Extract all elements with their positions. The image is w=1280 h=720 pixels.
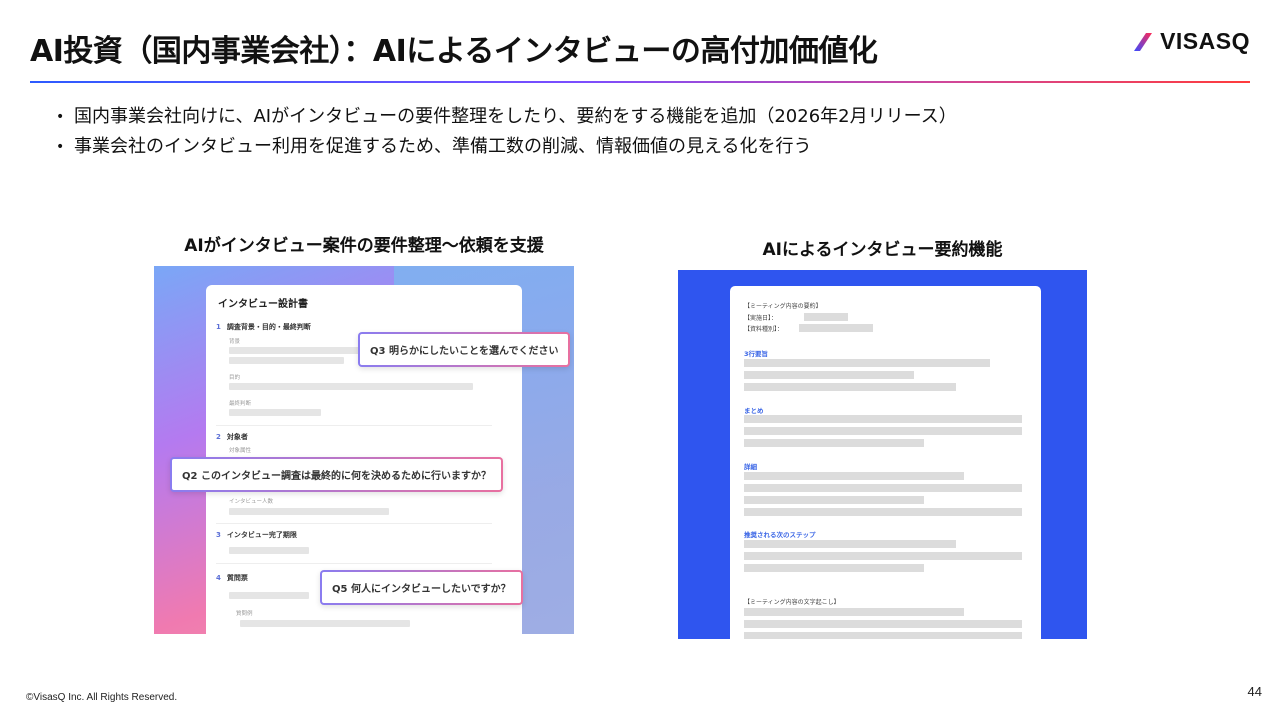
field-label: 背景 xyxy=(229,339,241,345)
section-label: 調査背景・目的・最終判断 xyxy=(226,323,311,331)
section-number: 4 xyxy=(216,574,221,582)
question-callout-q2: Q2 このインタビュー調査は最終的に何を決めるために行いますか？ xyxy=(170,457,503,492)
section-number: 3 xyxy=(216,531,221,539)
field-label: 目的 xyxy=(229,375,241,381)
redacted-bar xyxy=(744,608,964,616)
slide-title: AI投資（国内事業会社）：AIによるインタビューの高付加価値化 xyxy=(30,34,878,69)
redacted-bar xyxy=(744,508,1022,516)
section-label: 質問票 xyxy=(226,574,248,582)
redacted-bar xyxy=(744,496,924,504)
redacted-bar xyxy=(744,552,1022,560)
section-heading: 詳細 xyxy=(744,463,757,471)
field-label: 対象属性 xyxy=(229,448,252,454)
redacted-bar xyxy=(744,632,1022,639)
copyright: ©VisasQ Inc. All Rights Reserved. xyxy=(26,692,178,703)
logo-text: VISASQ xyxy=(1160,28,1250,54)
title-divider xyxy=(30,81,1250,83)
form-section-3: 3 インタビュー完了期限 xyxy=(216,530,297,540)
type-label: 【資料種別】： xyxy=(744,326,784,333)
redacted-bar xyxy=(744,564,924,572)
redacted-bar xyxy=(744,359,990,367)
summary-document: 【ミーティング内容の要約】 【実施日】： 【資料種別】： 3行要旨 まとめ 詳細… xyxy=(730,286,1041,639)
redacted-bar xyxy=(744,415,1022,423)
redacted-bar xyxy=(799,324,873,332)
section-number: 2 xyxy=(216,433,221,441)
section-label: インタビュー完了期限 xyxy=(226,531,297,539)
section-number: 1 xyxy=(216,323,221,331)
field-label: インタビュー人数 xyxy=(229,499,274,505)
section-divider xyxy=(216,425,492,426)
section-heading: 推奨される次のステップ xyxy=(744,531,816,539)
bullet-item: 事業会社のインタビュー利用を促進するため、準備工数の削減、情報価値の見える化を行… xyxy=(56,132,957,162)
placeholder-bar xyxy=(229,592,309,599)
doc-header: 【ミーティング内容の要約】 xyxy=(744,303,822,310)
redacted-bar xyxy=(744,439,924,447)
question-callout-q3: Q3 明らかにしたいことを選んでください xyxy=(358,332,570,367)
form-section-2: 2 対象者 xyxy=(216,432,248,442)
section-heading: まとめ xyxy=(744,407,764,415)
date-label: 【実施日】： xyxy=(744,315,778,322)
form-title: インタビュー設計書 xyxy=(218,299,308,310)
field-label: 質問例 xyxy=(236,611,253,617)
section-label: 対象者 xyxy=(226,433,248,441)
bullet-list: 国内事業会社向けに、AIがインタビューの要件整理をしたり、要約をする機能を追加（… xyxy=(56,102,957,162)
redacted-bar xyxy=(744,620,1022,628)
logo-slash-icon xyxy=(1134,32,1153,51)
section-divider xyxy=(216,563,492,564)
redacted-bar xyxy=(744,540,956,548)
redacted-bar xyxy=(744,427,1022,435)
bullet-item: 国内事業会社向けに、AIがインタビューの要件整理をしたり、要約をする機能を追加（… xyxy=(56,102,957,132)
redacted-bar xyxy=(804,313,848,321)
right-caption: AIによるインタビュー要約機能 xyxy=(762,240,1003,260)
interview-design-screenshot: インタビュー設計書 1 調査背景・目的・最終判断 背景 目的 最終判断 2 対象者 … xyxy=(154,266,574,634)
placeholder-bar xyxy=(229,347,369,354)
redacted-bar xyxy=(744,383,956,391)
placeholder-bar xyxy=(229,357,344,364)
placeholder-bar xyxy=(229,409,321,416)
redacted-bar xyxy=(744,472,964,480)
transcript-header: 【ミーティング内容の文字起こし】 xyxy=(744,599,840,606)
question-callout-q5: Q5 何人にインタビューしたいですか？ xyxy=(320,570,523,605)
visasq-logo: VISASQ xyxy=(1132,28,1250,55)
redacted-bar xyxy=(744,484,1022,492)
placeholder-bar xyxy=(229,547,309,554)
field-label: 最終判断 xyxy=(229,401,252,407)
placeholder-bar xyxy=(229,508,389,515)
left-caption: AIがインタビュー案件の要件整理〜依頼を支援 xyxy=(184,236,544,256)
page-number: 44 xyxy=(1247,684,1262,699)
section-heading: 3行要旨 xyxy=(744,350,769,358)
placeholder-bar xyxy=(240,620,410,627)
form-section-4: 4 質問票 xyxy=(216,573,248,583)
section-divider xyxy=(216,523,492,524)
interview-summary-screenshot: 【ミーティング内容の要約】 【実施日】： 【資料種別】： 3行要旨 まとめ 詳細… xyxy=(678,270,1087,639)
placeholder-bar xyxy=(229,383,473,390)
redacted-bar xyxy=(744,371,914,379)
form-section-1: 1 調査背景・目的・最終判断 xyxy=(216,322,311,332)
